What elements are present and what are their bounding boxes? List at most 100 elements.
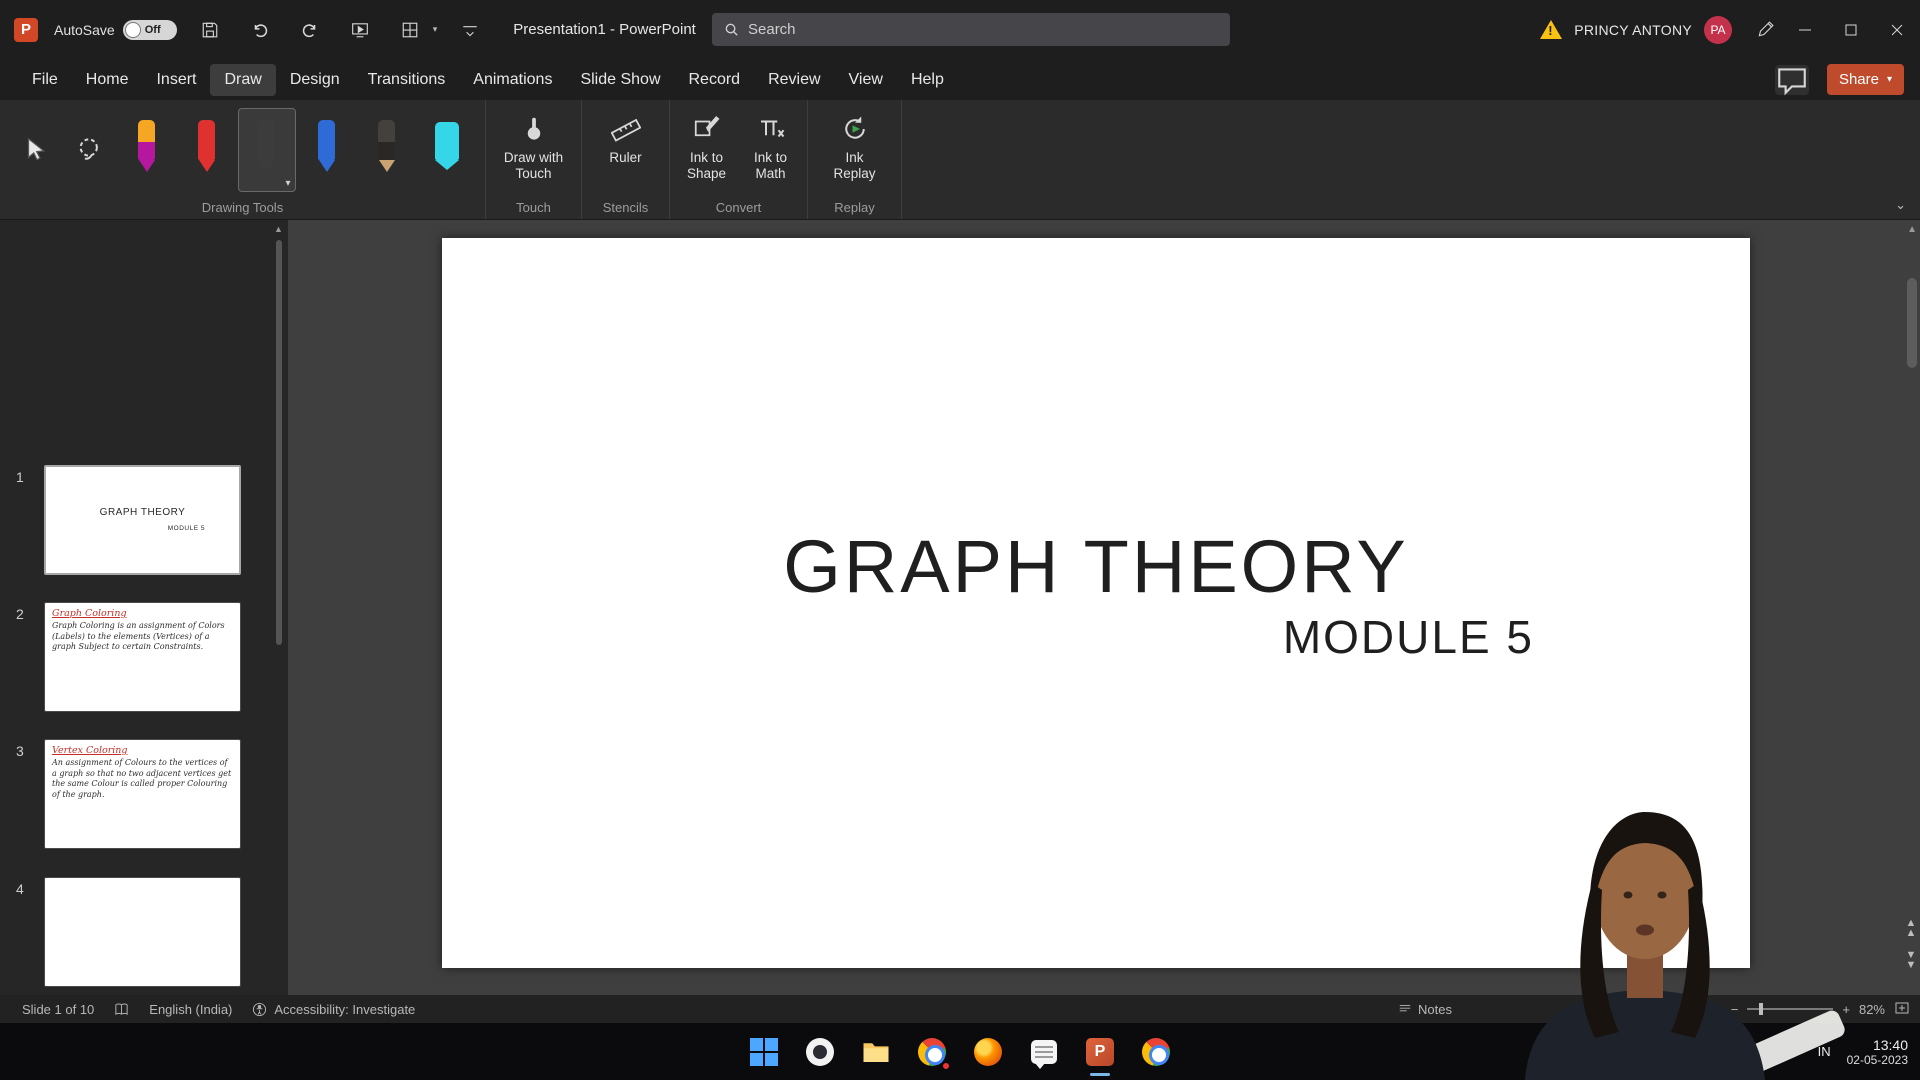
- zoom-slider-thumb[interactable]: [1759, 1003, 1763, 1015]
- undo-button[interactable]: [243, 13, 277, 47]
- group-label-convert: Convert: [670, 200, 807, 215]
- thumbnail-panel-scrollbar[interactable]: [276, 240, 282, 645]
- minimize-button[interactable]: [1782, 0, 1828, 59]
- chevron-down-icon[interactable]: ▾: [285, 178, 290, 189]
- button-label: Ink to Shape: [677, 150, 737, 182]
- chrome-browser-button[interactable]: [916, 1036, 948, 1068]
- scroll-up-icon[interactable]: ▲: [1907, 224, 1917, 235]
- tab-draw[interactable]: Draw: [210, 64, 275, 96]
- highlighter-cyan[interactable]: [418, 108, 476, 192]
- tab-animations[interactable]: Animations: [459, 64, 566, 96]
- notes-button[interactable]: Notes: [1398, 1002, 1452, 1017]
- ruler-button[interactable]: Ruler: [594, 108, 658, 172]
- pen-black-selected[interactable]: ▾: [238, 108, 296, 192]
- language-label: English (India): [149, 1002, 232, 1017]
- chevron-down-icon[interactable]: ▾: [1887, 74, 1892, 85]
- tab-home[interactable]: Home: [72, 64, 143, 96]
- tab-view[interactable]: View: [835, 64, 897, 96]
- pen-red[interactable]: [178, 108, 236, 192]
- powerpoint-window: P AutoSave Off ▾: [0, 0, 1920, 1080]
- accessibility-label: Accessibility: Investigate: [274, 1002, 415, 1017]
- collapse-ribbon-button[interactable]: ⌄: [1895, 197, 1906, 213]
- inking-pen-button[interactable]: [1748, 13, 1782, 47]
- camera-app-button[interactable]: [804, 1036, 836, 1068]
- ink-to-math-icon: [756, 114, 786, 144]
- minimize-icon: [1798, 23, 1812, 37]
- clock[interactable]: 13:40 02-05-2023: [1847, 1037, 1908, 1067]
- pen-galaxy[interactable]: [118, 108, 176, 192]
- share-label: Share: [1839, 71, 1879, 88]
- avatar[interactable]: PA: [1704, 16, 1732, 44]
- start-button[interactable]: [748, 1036, 780, 1068]
- tab-slide-show[interactable]: Slide Show: [566, 64, 674, 96]
- lasso-select-button[interactable]: [64, 110, 116, 190]
- previous-slide-button[interactable]: ▲▲: [1903, 918, 1919, 938]
- share-button[interactable]: Share ▾: [1827, 64, 1904, 95]
- zoom-percent[interactable]: 82%: [1859, 1002, 1885, 1017]
- redo-button[interactable]: [293, 13, 327, 47]
- tab-insert[interactable]: Insert: [142, 64, 210, 96]
- customize-quick-access-button[interactable]: [453, 13, 487, 47]
- tab-help[interactable]: Help: [897, 64, 958, 96]
- slide-subtitle-text[interactable]: MODULE 5: [1283, 610, 1534, 664]
- slide-thumbnail-1[interactable]: GRAPH THEORY MODULE 5: [44, 465, 241, 575]
- canvas-scrollbar[interactable]: [1907, 278, 1917, 368]
- tab-design[interactable]: Design: [276, 64, 354, 96]
- powerpoint-taskbar-button[interactable]: P: [1084, 1036, 1116, 1068]
- highlighter-icon: [435, 122, 459, 170]
- slide-thumbnail-2[interactable]: Graph Coloring Graph Coloring is an assi…: [44, 602, 241, 712]
- pencil-black[interactable]: [358, 108, 416, 192]
- button-label: Ruler: [609, 150, 641, 166]
- accessibility-checker[interactable]: Accessibility: Investigate: [252, 1002, 415, 1017]
- scroll-up-icon[interactable]: ▲: [274, 224, 283, 234]
- notes-icon: [1398, 1002, 1412, 1016]
- autosave-state: Off: [145, 24, 161, 36]
- ribbon-tabs-bar: File Home Insert Draw Design Transitions…: [0, 59, 1920, 100]
- firefox-icon: [974, 1038, 1002, 1066]
- ink-to-math-button[interactable]: Ink to Math: [739, 108, 803, 188]
- fit-slide-to-window-button[interactable]: [1894, 1000, 1910, 1019]
- chevron-down-icon[interactable]: ▾: [433, 24, 438, 35]
- chat-app-button[interactable]: [1028, 1036, 1060, 1068]
- add-table-button[interactable]: [393, 13, 427, 47]
- ink-to-shape-button[interactable]: Ink to Shape: [675, 108, 739, 188]
- chrome-browser-2-button[interactable]: [1140, 1036, 1172, 1068]
- file-explorer-button[interactable]: [860, 1036, 892, 1068]
- zoom-slider[interactable]: [1747, 1008, 1833, 1010]
- tab-record[interactable]: Record: [675, 64, 755, 96]
- close-button[interactable]: [1874, 0, 1920, 59]
- comments-button[interactable]: [1775, 65, 1809, 95]
- redo-icon: [301, 21, 319, 39]
- spell-check-button[interactable]: [114, 1002, 129, 1017]
- save-button[interactable]: [193, 13, 227, 47]
- autosave-toggle[interactable]: Off: [123, 20, 177, 40]
- input-language-indicator[interactable]: IN: [1818, 1044, 1831, 1059]
- user-name[interactable]: PRINCY ANTONY: [1574, 22, 1692, 38]
- language-indicator[interactable]: English (India): [149, 1002, 232, 1017]
- tab-file[interactable]: File: [18, 64, 72, 96]
- pen-blue[interactable]: [298, 108, 356, 192]
- button-label: Ink Replay: [825, 150, 885, 182]
- slide-thumbnail-3[interactable]: Vertex Coloring An assignment of Colours…: [44, 739, 241, 849]
- start-slideshow-button[interactable]: [343, 13, 377, 47]
- chrome-icon: [1142, 1038, 1170, 1066]
- select-tool-button[interactable]: [10, 110, 62, 190]
- slide-thumbnail-4[interactable]: [44, 877, 241, 987]
- tab-transitions[interactable]: Transitions: [354, 64, 460, 96]
- slide-thumbnail-panel: 1 GRAPH THEORY MODULE 5 2 Graph Coloring…: [0, 220, 288, 995]
- zoom-in-button[interactable]: +: [1842, 1002, 1850, 1017]
- zoom-out-button[interactable]: −: [1731, 1002, 1739, 1017]
- autosave-control[interactable]: AutoSave Off: [54, 20, 177, 40]
- slide-indicator[interactable]: Slide 1 of 10: [22, 1002, 94, 1017]
- ink-replay-button[interactable]: Ink Replay: [823, 108, 887, 188]
- current-slide[interactable]: GRAPH THEORY MODULE 5: [442, 238, 1750, 968]
- draw-with-touch-button[interactable]: Draw with Touch: [494, 108, 574, 188]
- maximize-button[interactable]: [1828, 0, 1874, 59]
- next-slide-button[interactable]: ▼▼: [1903, 950, 1919, 970]
- warning-icon[interactable]: [1540, 20, 1562, 39]
- powerpoint-logo-icon[interactable]: P: [14, 18, 38, 42]
- slide-title-text[interactable]: GRAPH THEORY: [442, 524, 1750, 609]
- firefox-browser-button[interactable]: [972, 1036, 1004, 1068]
- tab-review[interactable]: Review: [754, 64, 834, 96]
- search-input[interactable]: Search: [712, 13, 1230, 46]
